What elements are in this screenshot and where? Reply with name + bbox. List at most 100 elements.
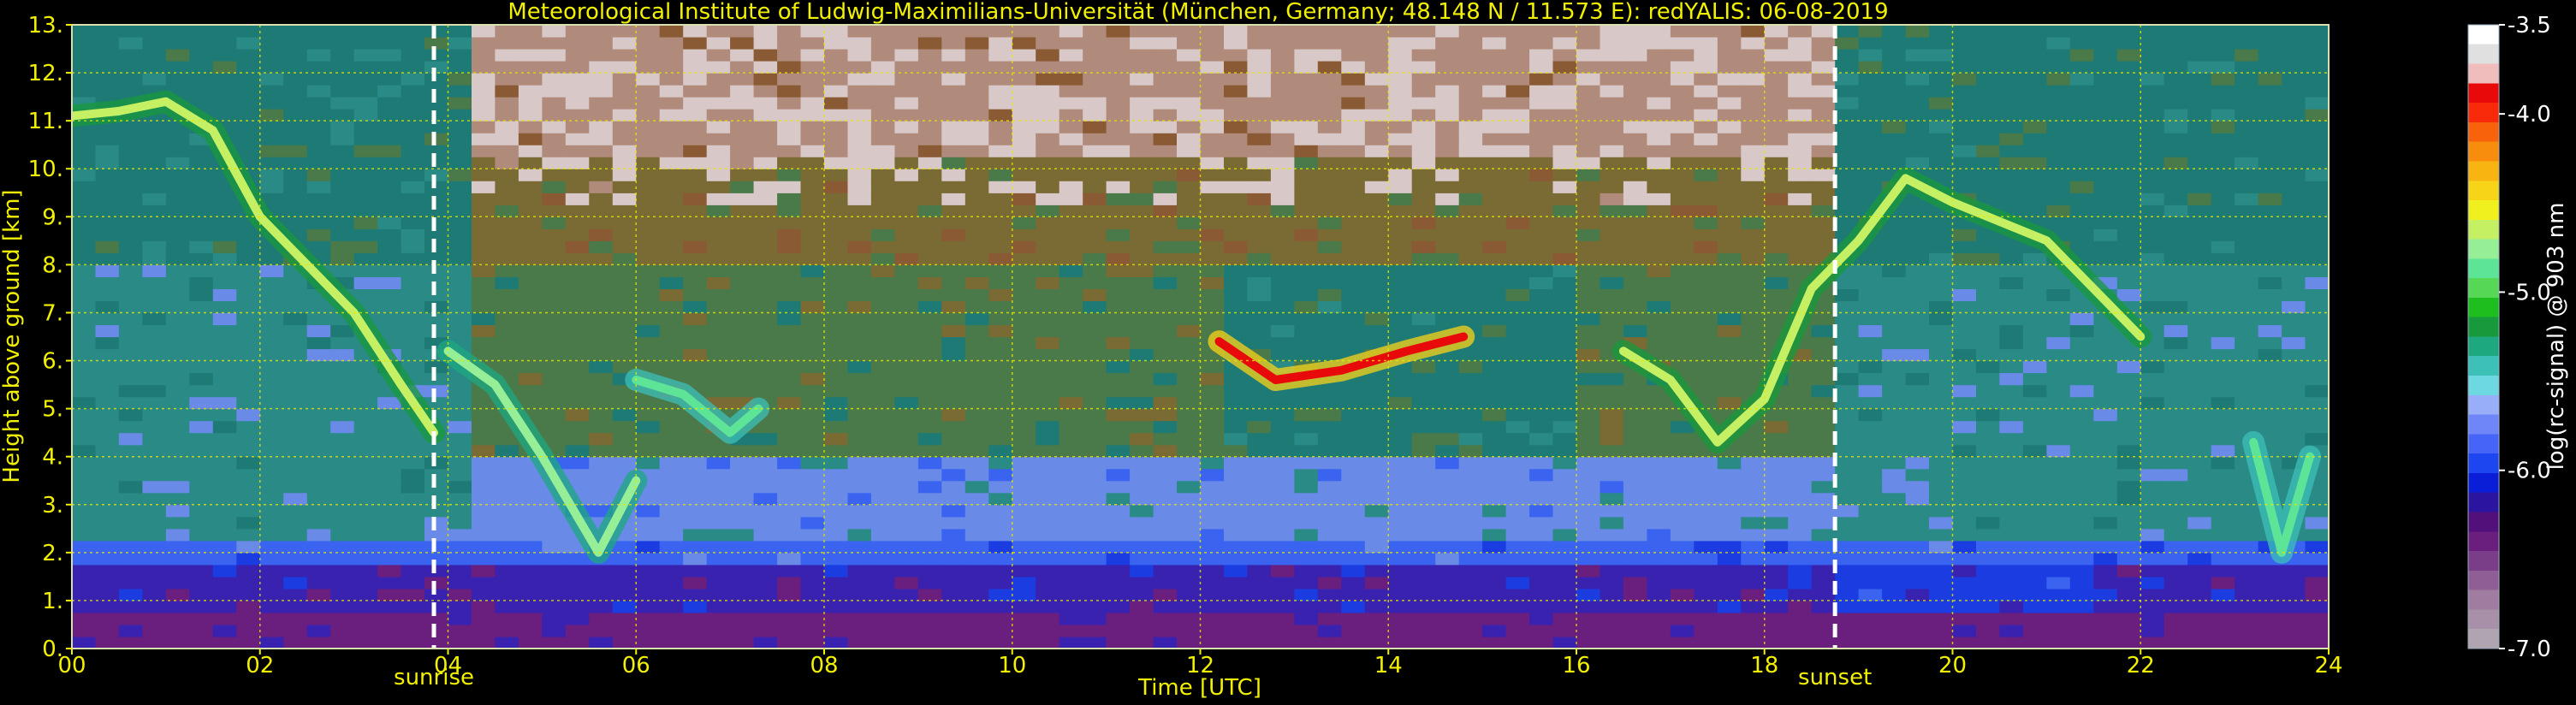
heatmap-cell	[1106, 456, 1131, 470]
heatmap-cell	[165, 252, 190, 265]
heatmap-cell	[988, 109, 1013, 121]
heatmap-cell	[2093, 504, 2118, 518]
heatmap-cell	[800, 109, 825, 121]
heatmap-cell	[1694, 97, 1718, 110]
heatmap-cell	[2187, 528, 2212, 542]
heatmap-cell	[495, 169, 519, 181]
heatmap-cell	[1882, 85, 1907, 98]
heatmap-cell	[706, 240, 731, 253]
heatmap-cell	[683, 145, 708, 157]
heatmap-cell	[1388, 49, 1413, 62]
heatmap-cell	[1811, 157, 1836, 169]
heatmap-cell	[401, 456, 425, 470]
heatmap-cell	[706, 264, 731, 277]
heatmap-cell	[1811, 312, 1836, 326]
heatmap-cell	[1130, 85, 1154, 98]
heatmap-cell	[1929, 109, 1954, 121]
heatmap-cell	[1505, 169, 1530, 181]
heatmap-cell	[1317, 420, 1342, 434]
heatmap-cell	[730, 85, 755, 98]
heatmap-cell	[1364, 504, 1389, 518]
heatmap-cell	[448, 408, 472, 422]
heatmap-cell	[1294, 169, 1319, 181]
heatmap-cell	[306, 504, 331, 518]
heatmap-cell	[706, 73, 731, 86]
heatmap-cell	[2163, 492, 2188, 506]
heatmap-cell	[1647, 121, 1671, 133]
heatmap-cell	[212, 564, 237, 578]
heatmap-cell	[1576, 528, 1601, 542]
heatmap-cell	[565, 49, 590, 62]
heatmap-cell	[824, 133, 849, 145]
heatmap-cell	[472, 552, 496, 566]
heatmap-cell	[448, 204, 472, 217]
heatmap-cell	[1576, 228, 1601, 241]
heatmap-cell	[2282, 121, 2306, 133]
heatmap-cell	[683, 37, 708, 50]
heatmap-cell	[1647, 576, 1671, 589]
heatmap-cell	[353, 396, 378, 410]
heatmap-cell	[1200, 193, 1225, 205]
heatmap-cell	[1694, 516, 1718, 530]
heatmap-cell	[1694, 300, 1718, 313]
heatmap-cell	[118, 252, 143, 265]
heatmap-cell	[1670, 228, 1695, 241]
heatmap-cell	[1388, 133, 1413, 145]
heatmap-cell	[894, 372, 919, 386]
heatmap-cell	[306, 97, 331, 110]
heatmap-cell	[1083, 396, 1107, 410]
heatmap-cell	[2140, 240, 2165, 253]
heatmap-cell	[424, 372, 449, 386]
heatmap-cell	[2116, 372, 2141, 386]
heatmap-cell	[259, 276, 284, 289]
heatmap-cell	[1835, 360, 1860, 374]
heatmap-cell	[1388, 492, 1413, 506]
heatmap-cell	[1083, 504, 1107, 518]
heatmap-cell	[401, 468, 425, 482]
heatmap-cell	[894, 276, 919, 289]
heatmap-cell	[636, 169, 661, 181]
heatmap-cell	[1482, 288, 1507, 301]
heatmap-cell	[1717, 169, 1742, 181]
heatmap-cell	[988, 420, 1013, 434]
heatmap-cell	[1059, 504, 1083, 518]
heatmap-cell	[1458, 169, 1483, 181]
heatmap-cell	[636, 37, 661, 50]
heatmap-cell	[306, 432, 331, 446]
heatmap-cell	[1505, 204, 1530, 217]
heatmap-cell	[259, 612, 284, 625]
heatmap-cell	[1741, 612, 1766, 625]
heatmap-cell	[165, 228, 190, 241]
heatmap-cell	[2187, 193, 2212, 205]
heatmap-cell	[988, 468, 1013, 482]
heatmap-cell	[2282, 588, 2306, 601]
heatmap-cell	[401, 181, 425, 193]
heatmap-cell	[1882, 468, 1907, 482]
heatmap-cell	[565, 625, 590, 637]
heatmap-cell	[1177, 85, 1202, 98]
heatmap-cell	[2093, 612, 2118, 625]
heatmap-cell	[542, 204, 567, 217]
heatmap-cell	[1717, 576, 1742, 589]
heatmap-cell	[542, 564, 567, 578]
heatmap-cell	[1811, 516, 1836, 530]
heatmap-cell	[424, 637, 449, 649]
heatmap-cell	[2116, 216, 2141, 229]
heatmap-cell	[894, 133, 919, 145]
heatmap-cell	[1976, 276, 2001, 289]
heatmap-cell	[72, 288, 97, 301]
heatmap-cell	[1858, 552, 1883, 566]
heatmap-cell	[1694, 49, 1718, 62]
heatmap-cell	[259, 133, 284, 145]
heatmap-cell	[824, 637, 849, 649]
heatmap-cell	[1764, 540, 1789, 554]
heatmap-cell	[1552, 612, 1577, 625]
heatmap-cell	[1788, 492, 1813, 506]
heatmap-cell	[1294, 504, 1319, 518]
heatmap-cell	[424, 169, 449, 181]
heatmap-cell	[1083, 61, 1107, 74]
heatmap-cell	[1976, 420, 2001, 434]
heatmap-cell	[941, 432, 966, 446]
heatmap-cell	[1976, 288, 2001, 301]
heatmap-cell	[1835, 276, 1860, 289]
